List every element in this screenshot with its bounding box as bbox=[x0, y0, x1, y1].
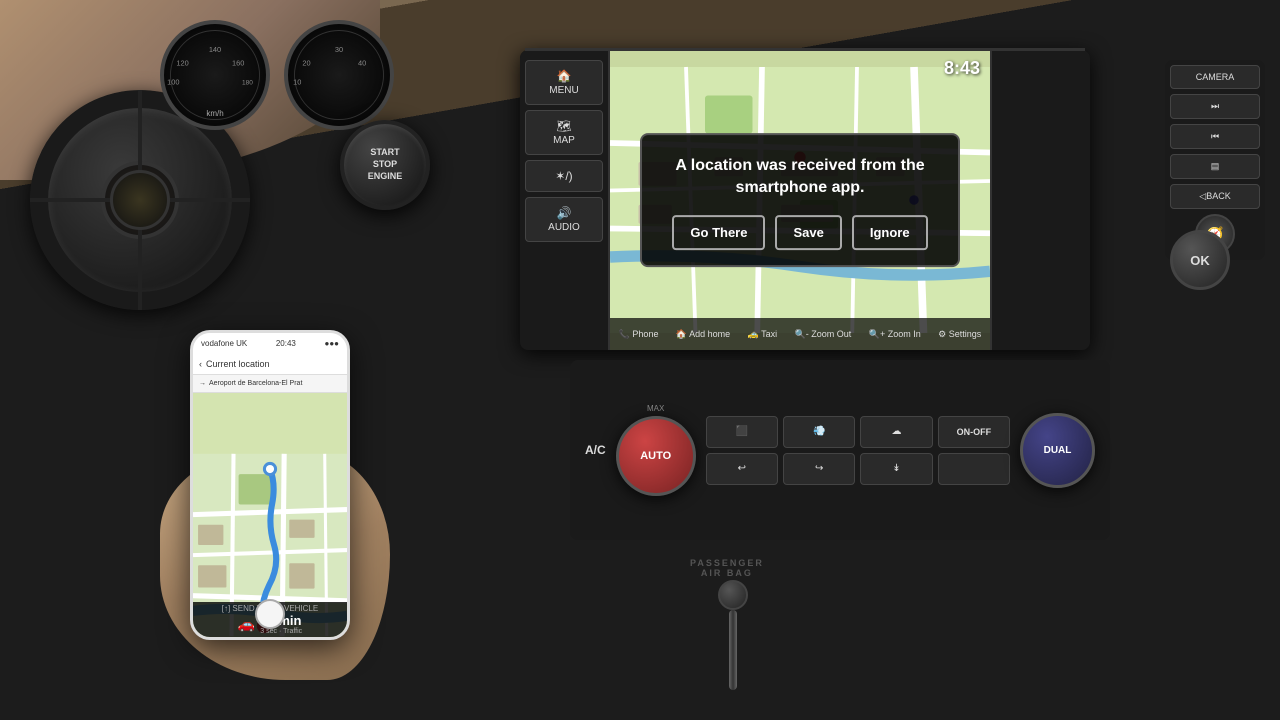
camera-label: CAMERA bbox=[1196, 72, 1235, 82]
phone-status-bar: vodafone UK 20:43 ●●● bbox=[193, 333, 347, 353]
svg-text:20: 20 bbox=[303, 59, 311, 68]
fan-speed-btn[interactable]: 💨 bbox=[783, 416, 855, 448]
fan-icon: 💨 bbox=[813, 426, 825, 437]
menu-button[interactable]: 🏠 MENU bbox=[525, 60, 603, 105]
back-button[interactable]: ◁BACK bbox=[1170, 184, 1260, 209]
phone-home-button[interactable] bbox=[255, 599, 285, 629]
car-interior-bg: km/h 140 160 120 100 180 30 40 20 10 STA… bbox=[0, 0, 1280, 720]
signal-icon: ●●● bbox=[324, 339, 339, 348]
prev-track-button[interactable]: ⏮ bbox=[1170, 124, 1260, 149]
screen-toolbar: 📞 Phone 🏠 Add home 🚕 Taxi 🔍- Zoom Out 🔍+… bbox=[610, 318, 990, 350]
air-direction-btn[interactable]: ↪ bbox=[783, 453, 855, 485]
svg-text:10: 10 bbox=[294, 77, 302, 86]
nav-title: Current location bbox=[206, 359, 270, 369]
map-icon: 🗺 bbox=[556, 119, 571, 133]
audio-icon: 🔊 bbox=[557, 206, 572, 220]
back-icon: ◁BACK bbox=[1199, 191, 1230, 202]
airbag-label-line2: AIR BAG bbox=[690, 568, 764, 578]
recirculation-btn[interactable]: ↩ bbox=[706, 453, 778, 485]
empty-btn bbox=[938, 453, 1010, 485]
airbag-area: PASSENGER AIR BAG bbox=[690, 558, 764, 578]
clock-display: 8:43 bbox=[944, 58, 980, 79]
svg-text:180: 180 bbox=[242, 79, 253, 86]
toolbar-home[interactable]: 🏠 Add home bbox=[672, 327, 734, 342]
svg-text:30: 30 bbox=[335, 45, 343, 54]
svg-text:140: 140 bbox=[209, 45, 221, 54]
smartphone: vodafone UK 20:43 ●●● ‹ Current location… bbox=[190, 330, 350, 640]
svg-text:160: 160 bbox=[232, 59, 244, 68]
climate-buttons: ⬛ 💨 ☁ ON-OFF ↩ ↪ ↡ bbox=[706, 416, 1010, 485]
carrier-label: vodafone UK bbox=[201, 339, 247, 348]
right-media-panel: CAMERA ⏭ ⏮ ▤ ◁BACK 🧭 bbox=[1165, 60, 1265, 260]
destination-bar: → Aeroport de Barcelona-El Prat bbox=[193, 375, 347, 393]
gauges-area: km/h 140 160 120 100 180 30 40 20 10 bbox=[160, 20, 394, 135]
menu-icon-button[interactable]: ▤ bbox=[1170, 154, 1260, 179]
brightness-icon: ✶/) bbox=[555, 169, 572, 183]
on-off-button[interactable]: ON-OFF bbox=[938, 416, 1010, 448]
destination-icon: → bbox=[199, 380, 206, 387]
start-label: START bbox=[370, 147, 399, 159]
left-control-panel: 🏠 MENU 🗺 MAP ✶/) 🔊 AUDIO bbox=[520, 50, 610, 350]
gear-knob bbox=[718, 580, 748, 610]
gear-shaft bbox=[729, 610, 737, 690]
eta-traffic: 3 sec · Traffic bbox=[260, 628, 302, 635]
ok-button[interactable]: OK bbox=[1170, 230, 1230, 290]
next-icon: ⏭ bbox=[1211, 101, 1219, 112]
notification-message: A location was received from the smartph… bbox=[662, 155, 938, 200]
rear-defroster-icon: ⬛ bbox=[736, 426, 748, 437]
save-button[interactable]: Save bbox=[775, 215, 841, 250]
fan-direction-icon: ☁ bbox=[891, 426, 901, 437]
auto-label: AUTO bbox=[640, 450, 671, 462]
climate-control-panel: A/C MAX AUTO ⬛ 💨 ☁ ON-OFF ↩ ↪ ↡ DUAL bbox=[570, 360, 1110, 540]
ok-label: OK bbox=[1190, 253, 1210, 268]
notification-popup: A location was received from the smartph… bbox=[640, 133, 960, 267]
map-button[interactable]: 🗺 MAP bbox=[525, 110, 603, 155]
engine-label: ENGINE bbox=[368, 171, 403, 183]
toolbar-zoom-out[interactable]: 🔍- Zoom Out bbox=[791, 327, 856, 342]
menu-lines-icon: ▤ bbox=[1211, 161, 1220, 172]
svg-text:120: 120 bbox=[176, 59, 188, 68]
phone-area: vodafone UK 20:43 ●●● ‹ Current location… bbox=[150, 330, 430, 710]
prev-icon: ⏮ bbox=[1211, 131, 1219, 142]
notification-buttons: Go There Save Ignore bbox=[662, 215, 938, 250]
airbag-label-line1: PASSENGER bbox=[690, 558, 764, 568]
toolbar-settings[interactable]: ⚙ Settings bbox=[934, 327, 985, 342]
stop-label: STOP bbox=[373, 159, 397, 171]
svg-text:40: 40 bbox=[359, 59, 367, 68]
settings-button[interactable]: ✶/) bbox=[525, 160, 603, 192]
destination-text: Aeroport de Barcelona-El Prat bbox=[209, 380, 302, 387]
gear-shift-area bbox=[718, 580, 748, 690]
audio-button[interactable]: 🔊 AUDIO bbox=[525, 197, 603, 242]
ignore-button[interactable]: Ignore bbox=[852, 215, 928, 250]
rear-window-btn[interactable]: ⬛ bbox=[706, 416, 778, 448]
svg-text:100: 100 bbox=[167, 77, 179, 86]
camera-button[interactable]: CAMERA bbox=[1170, 65, 1260, 89]
toolbar-phone[interactable]: 📞 Phone bbox=[615, 327, 663, 342]
recirculation-icon: ↩ bbox=[738, 463, 746, 474]
toolbar-taxi[interactable]: 🚕 Taxi bbox=[744, 327, 782, 342]
start-stop-button[interactable]: START STOP ENGINE bbox=[340, 120, 430, 210]
toolbar-zoom-in[interactable]: 🔍+ Zoom In bbox=[865, 327, 925, 342]
ac-label: A/C bbox=[585, 443, 606, 457]
max-label: MAX bbox=[647, 404, 664, 413]
back-arrow-icon: ‹ bbox=[199, 359, 202, 369]
air-direction-icon: ↪ bbox=[815, 463, 823, 474]
home-icon: 🏠 bbox=[557, 69, 572, 83]
phone-time: 20:43 bbox=[276, 339, 296, 348]
temperature-knob-left[interactable]: AUTO bbox=[616, 416, 696, 496]
main-display-screen: 8:43 A location was received from the sm… bbox=[610, 50, 990, 350]
floor-icon: ↡ bbox=[892, 463, 900, 474]
nav-bar: ‹ Current location bbox=[193, 353, 347, 375]
right-control-panel bbox=[990, 50, 1090, 350]
car-icon: 🚗 bbox=[238, 616, 255, 633]
fan-direction-btn[interactable]: ☁ bbox=[860, 416, 932, 448]
temperature-knob-right[interactable]: DUAL bbox=[1020, 413, 1095, 488]
go-there-button[interactable]: Go There bbox=[672, 215, 765, 250]
floor-btn[interactable]: ↡ bbox=[860, 453, 932, 485]
infotainment-system: 🏠 MENU 🗺 MAP ✶/) 🔊 AUDIO bbox=[520, 50, 1090, 350]
dual-label: DUAL bbox=[1044, 445, 1072, 456]
next-track-button[interactable]: ⏭ bbox=[1170, 94, 1260, 119]
